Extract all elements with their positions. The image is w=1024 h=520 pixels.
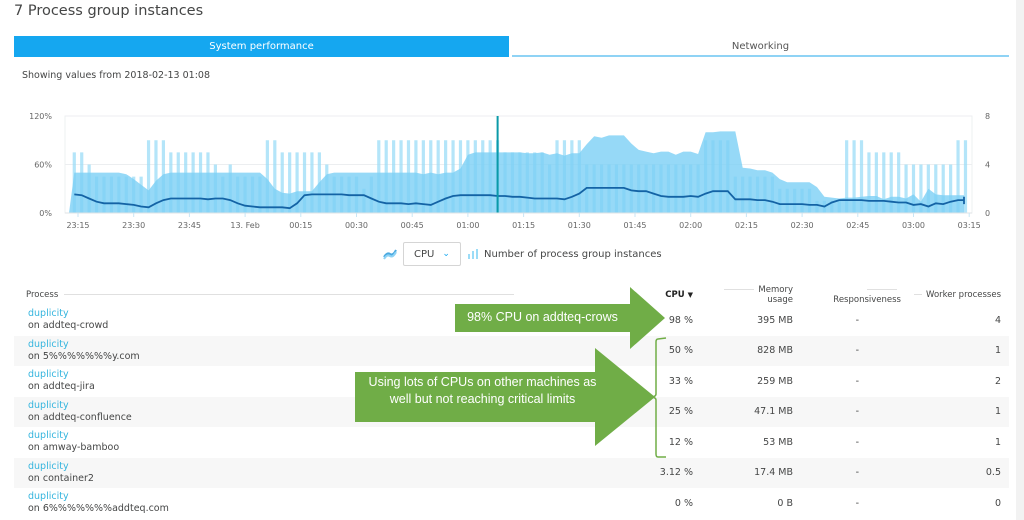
- process-cell: duplicity on 6%%%%%%%addteq.com: [14, 488, 649, 519]
- x-tick-label: 01:15: [512, 221, 535, 230]
- process-host: on container2: [28, 472, 94, 484]
- cpu-max-area: [69, 131, 964, 213]
- x-tick-label: 23:15: [66, 221, 89, 230]
- process-link[interactable]: duplicity: [28, 491, 641, 503]
- memory-cell: 828 MB: [701, 335, 801, 366]
- y-right-tick-label: 4: [985, 161, 990, 170]
- memory-cell: 47.1 MB: [701, 396, 801, 427]
- chevron-down-icon: ⌄: [442, 249, 450, 259]
- x-tick-label: 23:30: [122, 221, 145, 230]
- x-tick-label: 03:15: [958, 221, 981, 230]
- column-header-workers[interactable]: Worker processes: [909, 285, 1009, 305]
- responsiveness-cell: -: [801, 457, 909, 488]
- showing-values-text: Showing values from 2018-02-13 01:08: [22, 70, 210, 81]
- column-header-memory[interactable]: Memory usage: [701, 285, 801, 305]
- workers-cell: 0.5: [909, 457, 1009, 488]
- workers-cell: 4: [994, 314, 1001, 326]
- annotation-text-2: Using lots of CPUs on other machines as …: [368, 375, 597, 406]
- annotation-text-1: 98% CPU on addteq-crows: [467, 310, 618, 324]
- cpu-chart[interactable]: 0% 60% 120% 0 4 8 23:15 23:30 23:45 13. Feb 00:15 0…: [0, 100, 1016, 240]
- workers-cell: 1: [994, 436, 1001, 448]
- memory-cell: 53 MB: [763, 436, 793, 448]
- x-tick-label: 02:45: [846, 221, 869, 230]
- responsiveness-cell: -: [801, 335, 909, 366]
- y-left-tick-label: 60%: [34, 161, 52, 170]
- column-header-responsiveness[interactable]: Responsiveness: [801, 285, 909, 305]
- memory-cell: 17.4 MB: [701, 457, 801, 488]
- memory-cell: 259 MB: [757, 375, 793, 387]
- x-tick-label: 01:30: [568, 221, 591, 230]
- page-scrollbar[interactable]: [1016, 0, 1024, 520]
- page-title: 7 Process group instances: [14, 3, 204, 19]
- annotation-bracket: [649, 337, 667, 458]
- responsiveness-cell: -: [855, 436, 859, 448]
- sort-desc-icon: ▼: [687, 291, 693, 299]
- x-tick-label: 03:00: [902, 221, 925, 230]
- y-left-tick-label: 0%: [39, 209, 52, 218]
- bars-legend-label: Number of process group instances: [484, 248, 662, 260]
- x-tick-label: 23:45: [178, 221, 201, 230]
- y-left-tick-label: 120%: [29, 112, 52, 121]
- x-tick-label: 00:15: [289, 221, 312, 230]
- workers-cell: 1: [909, 335, 1009, 366]
- x-tick-label: 01:00: [456, 221, 479, 230]
- process-cell: duplicity on container2: [14, 457, 649, 488]
- tab-system-performance[interactable]: System performance: [14, 36, 509, 57]
- x-tick-label: 00:45: [401, 221, 424, 230]
- process-host: on 6%%%%%%%addteq.com: [28, 503, 169, 515]
- workers-cell: 0: [994, 497, 1001, 509]
- x-tick-label: 00:30: [345, 221, 368, 230]
- chart-legend: CPU ⌄ Number of process group instances: [383, 242, 662, 266]
- x-tick-label: 02:00: [679, 221, 702, 230]
- responsiveness-cell: -: [855, 497, 859, 509]
- workers-cell: 1: [909, 396, 1009, 427]
- process-group-panel: 7 Process group instances System perform…: [0, 0, 1016, 520]
- cpu-series-icon: [383, 249, 397, 260]
- responsiveness-cell: -: [855, 314, 859, 326]
- memory-cell: 395 MB: [757, 314, 793, 326]
- cpu-cell: 0 %: [674, 497, 693, 509]
- workers-cell: 2: [994, 375, 1001, 387]
- x-tick-label: 13. Feb: [230, 221, 259, 230]
- responsiveness-cell: -: [801, 396, 909, 427]
- y-right-tick-label: 0: [985, 209, 990, 218]
- memory-cell: 0 B: [777, 497, 793, 509]
- process-link[interactable]: duplicity: [28, 461, 641, 473]
- tab-networking[interactable]: Networking: [512, 36, 1009, 57]
- y-right-tick-label: 8: [985, 112, 990, 121]
- responsiveness-cell: -: [855, 375, 859, 387]
- cpu-cell: 3.12 %: [649, 457, 701, 488]
- metric-select-value: CPU: [414, 248, 435, 260]
- x-tick-label: 02:30: [791, 221, 814, 230]
- table-row[interactable]: duplicity on container2 3.12 % 17.4 MB -0.5: [14, 457, 1009, 488]
- x-tick-label: 01:45: [623, 221, 646, 230]
- metric-select[interactable]: CPU ⌄: [403, 242, 461, 266]
- table-row[interactable]: duplicity on 6%%%%%%%addteq.com 0 % 0 B - 0: [14, 488, 1009, 519]
- x-tick-label: 02:15: [735, 221, 758, 230]
- bars-series-icon: [468, 249, 478, 259]
